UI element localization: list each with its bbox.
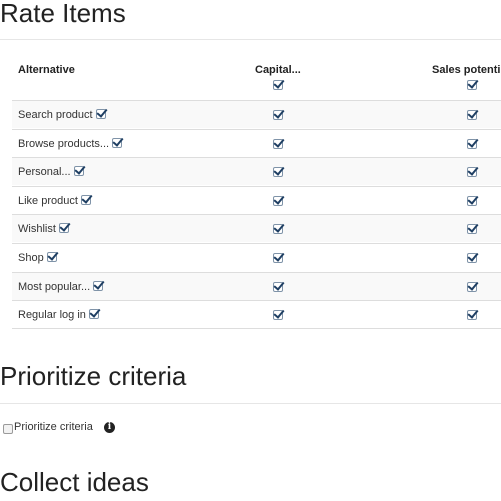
capital-criterion-checkbox[interactable] xyxy=(273,253,283,263)
alternative-label: Wishlist xyxy=(18,215,69,243)
sales-criterion-checkbox[interactable] xyxy=(467,282,477,292)
row-select-checkbox[interactable] xyxy=(46,252,57,263)
table-row: Wishlist xyxy=(12,214,501,242)
column-select-all-capital-checkbox[interactable] xyxy=(273,80,283,90)
sales-criterion-checkbox[interactable] xyxy=(467,110,477,120)
alternative-label: Regular log in xyxy=(18,301,99,329)
row-select-checkbox[interactable] xyxy=(88,309,99,320)
alternative-text: Personal... xyxy=(18,166,71,178)
alternative-text: Search product xyxy=(18,109,93,121)
capital-criterion-checkbox[interactable] xyxy=(273,310,283,320)
alternative-label: Shop xyxy=(18,244,57,272)
alternative-text: Most popular... xyxy=(18,281,91,293)
alternative-label: Browse products... xyxy=(18,130,123,158)
capital-criterion-checkbox[interactable] xyxy=(273,139,283,149)
prioritize-criteria-label[interactable]: Prioritize criteria xyxy=(14,421,93,433)
alternative-label: Personal... xyxy=(18,158,84,186)
alternative-text: Like product xyxy=(18,195,78,207)
prioritize-criteria-heading: Prioritize criteria xyxy=(0,361,187,391)
table-row: Most popular... xyxy=(12,272,501,300)
row-select-checkbox[interactable] xyxy=(93,281,104,292)
info-circle-icon[interactable]: i xyxy=(104,422,115,433)
sales-criterion-checkbox[interactable] xyxy=(467,196,477,206)
capital-criterion-checkbox[interactable] xyxy=(273,196,283,206)
capital-criterion-checkbox[interactable] xyxy=(273,110,283,120)
row-select-checkbox[interactable] xyxy=(80,195,91,206)
alternative-label: Search product xyxy=(18,101,106,129)
sales-criterion-checkbox[interactable] xyxy=(467,253,477,263)
sales-criterion-checkbox[interactable] xyxy=(467,224,477,234)
capital-criterion-checkbox[interactable] xyxy=(273,167,283,177)
sales-criterion-checkbox[interactable] xyxy=(467,310,477,320)
row-select-checkbox[interactable] xyxy=(95,109,106,120)
alternative-label: Most popular... xyxy=(18,273,104,301)
column-select-all-sales-checkbox[interactable] xyxy=(467,80,477,90)
alternative-text: Shop xyxy=(18,252,44,264)
column-header-capital: Capital... xyxy=(255,64,301,76)
row-select-checkbox[interactable] xyxy=(58,223,69,234)
capital-criterion-checkbox[interactable] xyxy=(273,282,283,292)
capital-criterion-checkbox[interactable] xyxy=(273,224,283,234)
table-row: Personal... xyxy=(12,157,501,185)
alternative-text: Regular log in xyxy=(18,309,86,321)
table-row: Search product xyxy=(12,100,501,128)
table-row: Regular log in xyxy=(12,300,501,329)
prioritize-criteria-checkbox[interactable] xyxy=(3,424,13,434)
section-divider xyxy=(0,403,501,404)
table-row: Like product xyxy=(12,186,501,214)
sales-criterion-checkbox[interactable] xyxy=(467,139,477,149)
section-divider xyxy=(0,39,501,40)
collect-ideas-heading: Collect ideas xyxy=(0,467,149,497)
table-row: Shop xyxy=(12,243,501,271)
row-select-checkbox[interactable] xyxy=(112,138,123,149)
sales-criterion-checkbox[interactable] xyxy=(467,167,477,177)
column-header-sales-potential: Sales potenti xyxy=(432,64,501,76)
row-select-checkbox[interactable] xyxy=(73,166,84,177)
table-row: Browse products... xyxy=(12,129,501,157)
alternative-text: Browse products... xyxy=(18,138,110,150)
rate-items-heading: Rate Items xyxy=(0,0,126,28)
column-header-alternative: Alternative xyxy=(18,64,75,76)
alternative-text: Wishlist xyxy=(18,223,56,235)
alternative-label: Like product xyxy=(18,187,91,215)
